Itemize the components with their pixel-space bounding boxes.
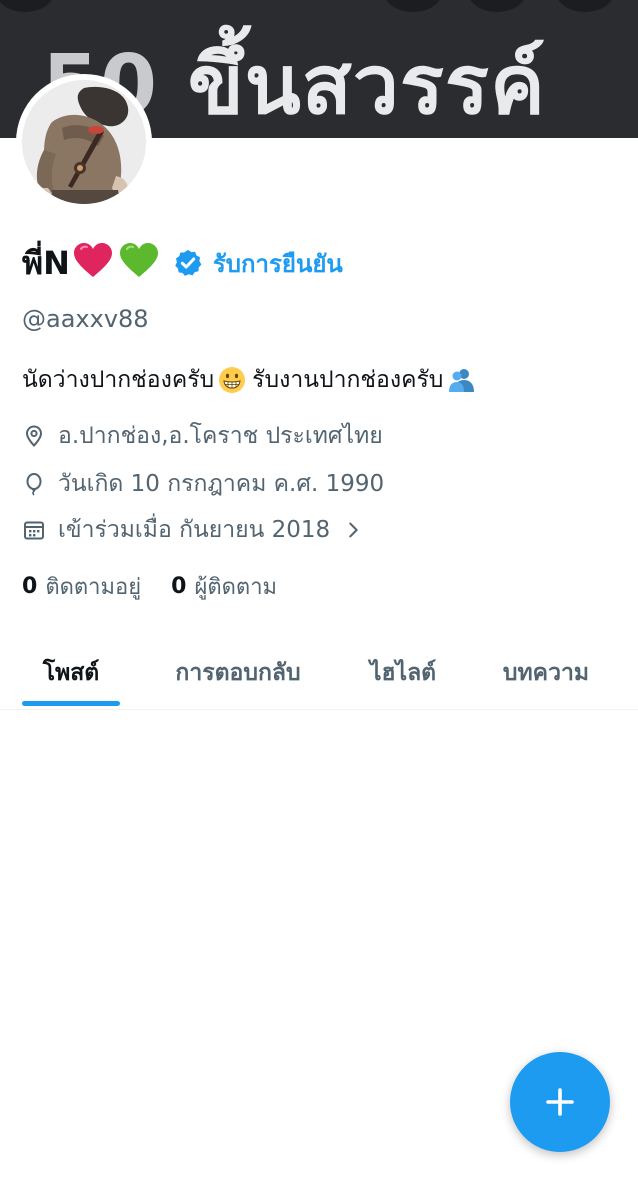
grinning-face-icon [219, 367, 246, 393]
avatar-image [22, 80, 146, 204]
profile-tabs: โพสต์ การตอบกลับ ไฮไลต์ บทความ [0, 636, 638, 710]
following-link[interactable]: 0 ติดตามอยู่ [22, 569, 141, 604]
location-row: อ.ปากช่อง,อ.โคราช ประเทศไทย [22, 418, 383, 454]
active-tab-indicator [22, 701, 120, 706]
search-button[interactable] [384, 0, 442, 12]
tab-articles[interactable]: บทความ [488, 636, 604, 710]
joined-text: เข้าร่วมเมื่อ กันยายน 2018 [58, 517, 331, 543]
profile-screen: 50 ขึ้นสวรรค์ [0, 0, 638, 1200]
followers-count: 0 [171, 573, 187, 599]
location-pin-icon [25, 425, 43, 447]
balloon-icon [26, 473, 42, 496]
people-hugging-icon [449, 369, 475, 392]
following-count: 0 [22, 573, 38, 599]
bio-text-1: นัดว่างปากช่องครับ [22, 367, 215, 393]
joined-row[interactable]: เข้าร่วมเมื่อ กันยายน 2018 [22, 512, 364, 548]
tab-replies[interactable]: การตอบกลับ [158, 636, 318, 710]
chevron-right-icon[interactable] [342, 519, 364, 541]
user-handle: @aaxxv88 [22, 305, 149, 333]
red-heart-icon [73, 243, 113, 283]
followers-label: ผู้ติดตาม [194, 574, 278, 600]
following-label: ติดตามอยู่ [45, 574, 142, 600]
green-heart-icon [119, 243, 159, 283]
bio: นัดว่างปากช่องครับ รับงานปากช่องครับ [22, 362, 479, 398]
calendar-icon [24, 521, 44, 540]
verified-badge-icon[interactable] [173, 248, 203, 278]
followers-link[interactable]: 0 ผู้ติดตาม [171, 569, 277, 604]
location-text: อ.ปากช่อง,อ.โคราช ประเทศไทย [58, 423, 383, 449]
birthday-row: วันเกิด 10 กรกฎาคม ค.ศ. 1990 [22, 466, 384, 502]
get-verified-link[interactable]: รับการยืนยัน [213, 244, 343, 283]
tab-posts[interactable]: โพสต์ [22, 636, 120, 710]
follow-stats: 0 ติดตามอยู่ 0 ผู้ติดตาม [22, 568, 277, 604]
bio-text-2: รับงานปากช่องครับ [252, 367, 444, 393]
name-row: พี่N รับการยืนยัน [22, 238, 343, 288]
back-button[interactable] [0, 0, 54, 12]
display-name: พี่N [22, 243, 70, 282]
plus-icon [546, 1088, 574, 1116]
avatar[interactable] [16, 74, 152, 210]
tab-highlights[interactable]: ไฮไลต์ [352, 636, 454, 710]
more-options-button[interactable] [556, 0, 614, 12]
share-button[interactable] [468, 0, 526, 12]
compose-post-button[interactable] [510, 1052, 610, 1152]
birthday-text: วันเกิด 10 กรกฎาคม ค.ศ. 1990 [58, 471, 385, 497]
